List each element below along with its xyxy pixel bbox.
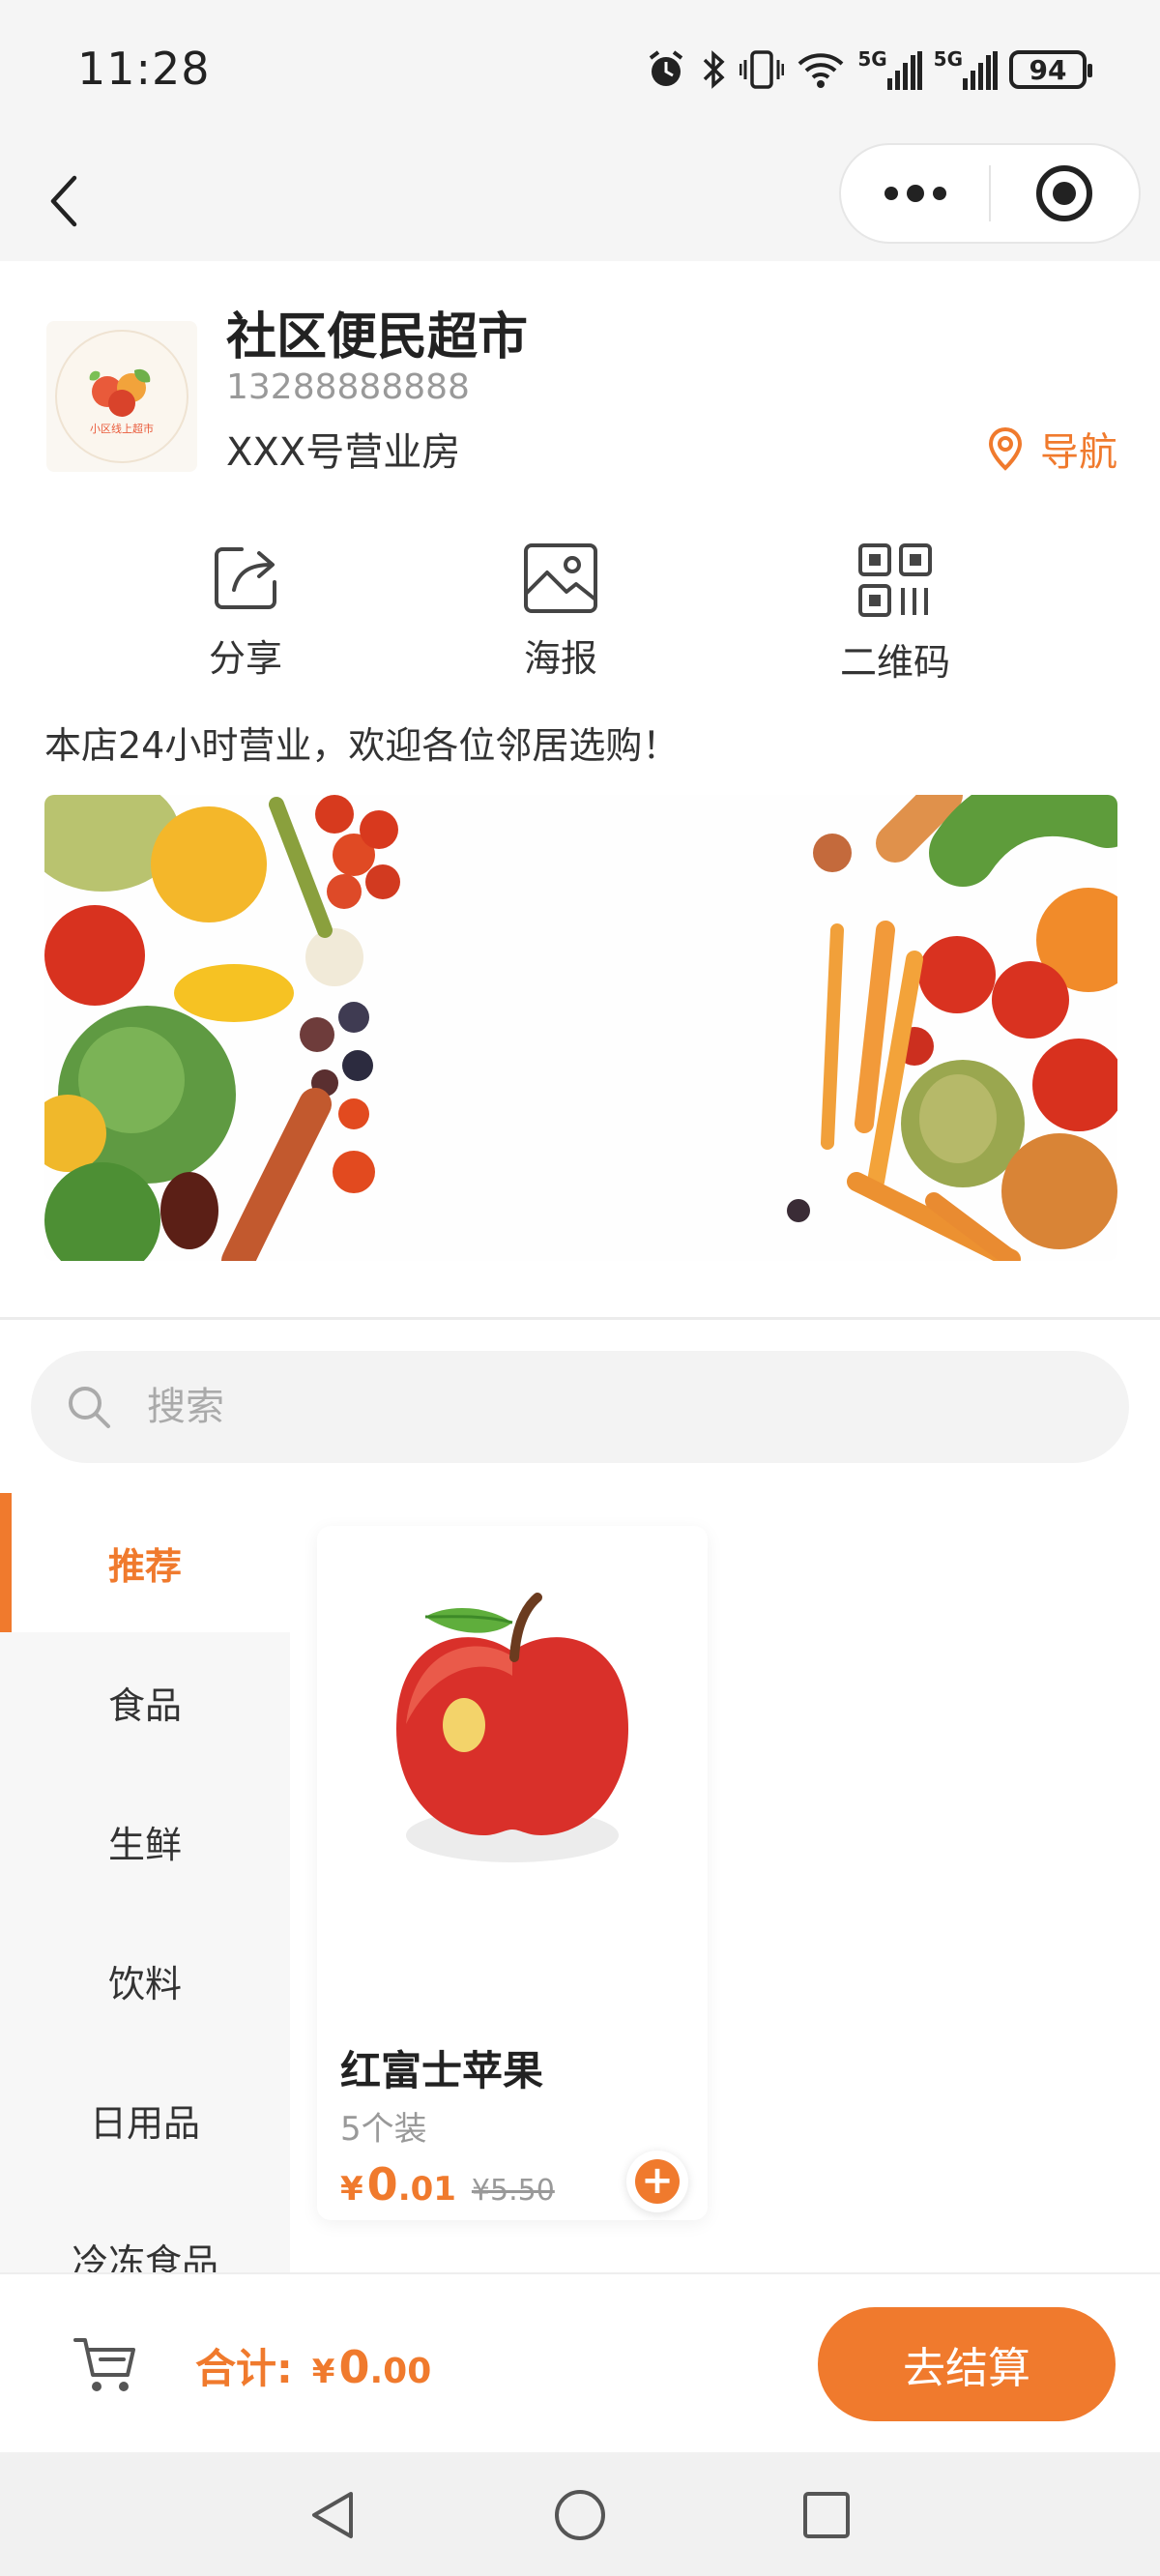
store-notice: 本店24小时营业，欢迎各位邻居选购！ — [44, 724, 680, 767]
qrcode-icon — [858, 543, 932, 617]
shop-address: XXX号营业房 — [226, 430, 461, 475]
signal-5g-icon: 5G — [934, 47, 998, 92]
shop-phone[interactable]: 13288888888 — [226, 367, 470, 407]
category-sidebar: 推荐 食品 生鲜 饮料 日用品 冷冻食品 — [0, 1493, 290, 2272]
bluetooth-icon — [699, 48, 728, 91]
apple-image — [396, 1593, 628, 1862]
qrcode-button[interactable]: 二维码 — [798, 542, 992, 686]
status-icons: 5G 5G 94 — [645, 44, 1092, 95]
category-item-daily-goods[interactable]: 日用品 — [0, 2050, 290, 2189]
navigation-button[interactable]: 导航 — [986, 421, 1117, 477]
cart-icon[interactable] — [72, 2330, 139, 2398]
action-row: 分享 海报 二维码 — [0, 542, 1160, 687]
product-spec: 5个装 — [340, 2110, 427, 2149]
vibrate-icon — [740, 48, 785, 91]
nav-bar — [0, 143, 1160, 261]
poster-label: 海报 — [523, 637, 597, 680]
shop-name: 社区便民超市 — [226, 308, 529, 366]
total-symbol: ¥ — [311, 2353, 335, 2391]
signal-5g-icon: 5G — [857, 47, 922, 92]
product-area: 推荐 食品 生鲜 饮料 日用品 冷冻食品 红富士苹果 5个装 ¥ 0 .01 ¥… — [0, 1479, 1160, 2272]
navigation-label: 导航 — [1040, 430, 1117, 475]
share-label: 分享 — [208, 637, 282, 680]
product-card[interactable]: 红富士苹果 5个装 ¥ 0 .01 ¥5.50 + — [317, 1526, 708, 2220]
search-input[interactable] — [147, 1385, 1017, 1429]
logo-text: 小区线上超市 — [90, 422, 154, 435]
banner-image[interactable] — [44, 795, 1117, 1261]
total-integer: 0 — [338, 2341, 370, 2393]
product-image — [336, 1545, 688, 1874]
status-time: 11:28 — [77, 43, 211, 95]
price-integer: 0 — [366, 2158, 398, 2210]
battery-icon: 94 — [1009, 50, 1092, 89]
shop-logo: 小区线上超市 — [46, 321, 197, 472]
system-home-button[interactable] — [546, 2481, 614, 2549]
price-symbol: ¥ — [340, 2170, 363, 2209]
checkout-button[interactable]: 去结算 — [818, 2307, 1116, 2421]
category-item-drinks[interactable]: 饮料 — [0, 1911, 290, 2050]
search-area — [0, 1320, 1160, 1479]
poster-button[interactable]: 海报 — [464, 542, 657, 682]
qrcode-label: 二维码 — [839, 641, 950, 684]
category-item-recommended[interactable]: 推荐 — [0, 1493, 290, 1632]
search-box[interactable] — [31, 1351, 1129, 1463]
shop-logo-image: 小区线上超市 — [55, 330, 188, 463]
target-close-icon — [1036, 165, 1093, 221]
system-nav-bar — [0, 2452, 1160, 2576]
cart-total: 合计: ¥ 0 .00 — [195, 2336, 431, 2395]
alarm-icon — [645, 48, 687, 91]
plus-icon: + — [635, 2159, 680, 2204]
square-recents-icon — [803, 2492, 850, 2538]
signal-label: 5G — [857, 47, 887, 71]
category-item-fresh[interactable]: 生鲜 — [0, 1771, 290, 1911]
location-pin-icon — [988, 426, 1023, 471]
poster-image-icon — [524, 543, 597, 613]
vegetables-banner-image — [44, 795, 1117, 1261]
price-decimal: .01 — [397, 2170, 456, 2209]
category-item-frozen-food[interactable]: 冷冻食品 — [0, 2189, 290, 2273]
triangle-back-icon — [312, 2492, 353, 2538]
original-price: ¥5.50 — [471, 2174, 555, 2208]
cart-bar: 合计: ¥ 0 .00 去结算 — [0, 2272, 1160, 2452]
more-button[interactable] — [841, 145, 989, 242]
back-button[interactable] — [39, 162, 87, 240]
shop-header: 小区线上超市 社区便民超市 13288888888 XXX号营业房 导航 分享 … — [0, 261, 1160, 1320]
product-price: ¥ 0 .01 ¥5.50 — [340, 2158, 555, 2210]
total-label: 合计: — [195, 2345, 293, 2392]
share-icon — [215, 547, 276, 609]
miniprogram-capsule — [839, 143, 1141, 244]
category-item-food[interactable]: 食品 — [0, 1632, 290, 1771]
close-button[interactable] — [991, 145, 1139, 242]
more-dots-icon — [884, 185, 946, 202]
circle-home-icon — [555, 2490, 605, 2540]
signal-label: 5G — [933, 47, 963, 71]
add-to-cart-button[interactable]: + — [626, 2151, 688, 2212]
total-decimal: .00 — [369, 2352, 432, 2391]
search-icon — [60, 1378, 118, 1436]
back-arrow-icon — [50, 175, 77, 227]
system-back-button[interactable] — [300, 2481, 367, 2549]
system-recents-button[interactable] — [793, 2481, 860, 2549]
product-name: 红富士苹果 — [340, 2047, 544, 2094]
wifi-icon — [796, 48, 846, 91]
share-button[interactable]: 分享 — [149, 542, 342, 682]
status-bar: 11:28 5G 5G 94 — [0, 0, 1160, 143]
